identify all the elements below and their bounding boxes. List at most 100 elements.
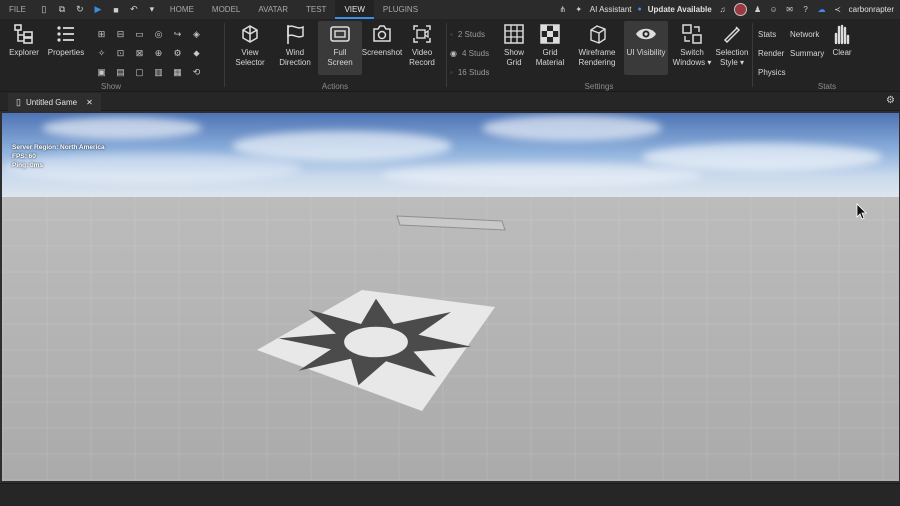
screenshot-button[interactable]: Screenshot bbox=[358, 23, 406, 58]
top-menu-bar: FILE ▯ ⧉ ↻ ▶ ■ ↶ ▾ HOME MODEL AVATAR TES… bbox=[0, 0, 900, 19]
tab-home[interactable]: HOME bbox=[161, 0, 203, 19]
toolbox-icon[interactable]: ⊞ bbox=[92, 25, 111, 44]
view-selector-label-1: View bbox=[241, 48, 259, 57]
script-analysis-icon[interactable]: ◎ bbox=[149, 25, 168, 44]
wind-flag-icon bbox=[287, 25, 304, 44]
close-icon[interactable]: ✕ bbox=[86, 98, 93, 107]
chat-panel-icon[interactable]: ▤ bbox=[111, 63, 130, 82]
tab-avatar[interactable]: AVATAR bbox=[249, 0, 297, 19]
document-tab-title: Untitled Game bbox=[25, 97, 78, 107]
stats-button[interactable]: Stats bbox=[758, 25, 786, 44]
gear-icon[interactable]: ⚙ bbox=[886, 95, 895, 106]
share-icon[interactable]: ⋔ bbox=[558, 5, 568, 14]
asset-manager-icon[interactable]: ⊟ bbox=[111, 25, 130, 44]
open-file-icon[interactable]: ⧉ bbox=[56, 4, 68, 15]
ui-visibility-button[interactable]: UI Visibility bbox=[624, 21, 668, 75]
undo-dropdown-icon[interactable]: ▾ bbox=[146, 4, 158, 15]
grid-material-button[interactable]: Grid Material bbox=[528, 23, 572, 68]
summary-stats-button[interactable]: Summary bbox=[790, 44, 824, 63]
selection-style-icon bbox=[723, 26, 741, 44]
wireframe-rendering-button[interactable]: Wireframe Rendering bbox=[574, 23, 620, 68]
render-stats-button[interactable]: Render bbox=[758, 44, 786, 63]
username-label[interactable]: carbonrapter bbox=[849, 5, 894, 14]
cloud-icon[interactable]: ☁ bbox=[817, 5, 827, 14]
full-screen-icon bbox=[330, 26, 350, 42]
selection-style-label-1: Selection bbox=[715, 48, 749, 57]
history-icon[interactable]: ⟲ bbox=[187, 63, 206, 82]
selection-style-button[interactable]: Selection Style ▾ bbox=[710, 23, 754, 68]
notifications-icon[interactable]: ♫ bbox=[718, 5, 728, 14]
network-stats-button[interactable]: Network bbox=[790, 25, 824, 44]
studs-2-option[interactable]: 2 Studs bbox=[450, 25, 489, 44]
undo-icon[interactable]: ↶ bbox=[128, 4, 140, 15]
cursor-icon bbox=[856, 203, 867, 220]
tab-view[interactable]: VIEW bbox=[335, 0, 374, 19]
chart-icon[interactable]: ▥ bbox=[149, 63, 168, 82]
properties-icon bbox=[57, 26, 74, 42]
update-available-button[interactable]: Update Available bbox=[648, 5, 712, 14]
clear-stats-button[interactable]: Clear bbox=[824, 23, 860, 58]
help-icon[interactable]: ? bbox=[801, 5, 811, 14]
3d-viewport[interactable]: Server Region: North America FPS: 60 Pin… bbox=[2, 113, 899, 481]
device-icon[interactable]: ▦ bbox=[168, 63, 187, 82]
tab-plugins[interactable]: PLUGINS bbox=[374, 0, 427, 19]
server-region-text: Server Region: North America bbox=[12, 144, 105, 151]
physics-stats-button[interactable]: Physics bbox=[758, 63, 786, 82]
wireframe-cube-icon bbox=[590, 25, 606, 44]
file-menu[interactable]: FILE bbox=[0, 0, 35, 19]
screen-icon[interactable]: ▢ bbox=[130, 63, 149, 82]
command-bar[interactable] bbox=[0, 483, 900, 506]
avatar[interactable] bbox=[733, 3, 747, 16]
grid-size-options: 2 Studs 4 Studs 16 Studs bbox=[450, 25, 490, 82]
quick-access-toolbar: ▯ ⧉ ↻ ▶ ■ ↶ ▾ bbox=[35, 4, 161, 15]
tags-icon[interactable]: ⊕ bbox=[149, 44, 168, 63]
full-screen-label-1: Full bbox=[333, 48, 347, 57]
view-selector-icon bbox=[242, 25, 258, 43]
sparkle-icon[interactable]: ✧ bbox=[92, 44, 111, 63]
collaborators-icon[interactable]: ☺ bbox=[769, 5, 779, 14]
share-link-icon[interactable]: ≺ bbox=[833, 5, 843, 14]
properties-button[interactable]: Properties bbox=[44, 23, 88, 58]
image-icon[interactable]: ▣ bbox=[92, 63, 111, 82]
switch-windows-button[interactable]: Switch Windows ▾ bbox=[670, 23, 714, 68]
wireframe-label-1: Wireframe bbox=[578, 48, 616, 57]
studs-16-option[interactable]: 16 Studs bbox=[450, 63, 490, 82]
team-create-icon[interactable]: ⊡ bbox=[111, 44, 130, 63]
explorer-button[interactable]: Explorer bbox=[2, 23, 46, 58]
view-selector-label-2: Selector bbox=[235, 58, 265, 67]
bookmark-icon[interactable]: ⬥ bbox=[187, 44, 206, 63]
divider bbox=[224, 23, 225, 87]
tab-untitled-game[interactable]: ▯ Untitled Game ✕ bbox=[8, 93, 101, 111]
video-record-button[interactable]: Video Record bbox=[400, 23, 444, 68]
view-selector-button[interactable]: View Selector bbox=[228, 23, 272, 68]
full-screen-button[interactable]: Full Screen bbox=[318, 21, 362, 75]
new-file-icon[interactable]: ▯ bbox=[38, 4, 50, 15]
grid-icon bbox=[504, 24, 524, 44]
output-icon[interactable]: ▭ bbox=[130, 25, 149, 44]
command-bar-icon[interactable]: ↪ bbox=[168, 25, 187, 44]
tab-model[interactable]: MODEL bbox=[203, 0, 249, 19]
play-icon[interactable]: ▶ bbox=[92, 4, 104, 15]
wireframe-label-2: Rendering bbox=[578, 58, 616, 67]
camera-icon bbox=[373, 25, 391, 42]
publish-icon[interactable]: ↻ bbox=[74, 4, 86, 15]
video-record-label-1: Video bbox=[411, 48, 433, 57]
game-settings-icon[interactable]: ⚙ bbox=[168, 44, 187, 63]
ai-assistant-button[interactable]: AI Assistant bbox=[590, 5, 632, 14]
ai-sparkle-icon: ✦ bbox=[575, 5, 583, 14]
stop-icon[interactable]: ■ bbox=[110, 5, 122, 15]
show-group: Explorer Properties ⊞ ⊟ ▭ ◎ ↪ ◈ ✧ ⊡ ⊠ ⊕ … bbox=[0, 19, 222, 92]
stats-group: Stats Render Physics Network Summary Cle… bbox=[754, 19, 900, 92]
studs-4-option[interactable]: 4 Studs bbox=[450, 44, 489, 63]
wind-direction-button[interactable]: Wind Direction bbox=[273, 23, 317, 68]
tab-test[interactable]: TEST bbox=[297, 0, 335, 19]
find-results-icon[interactable]: ⊠ bbox=[130, 44, 149, 63]
people-icon[interactable]: ♟ bbox=[753, 5, 763, 14]
terrain-editor-icon[interactable]: ◈ bbox=[187, 25, 206, 44]
divider bbox=[446, 23, 447, 87]
update-dot-icon: ● bbox=[637, 6, 642, 13]
explorer-label: Explorer bbox=[9, 48, 39, 57]
performance-overlay: Server Region: North America FPS: 60 Pin… bbox=[12, 143, 105, 170]
floating-part bbox=[396, 215, 506, 231]
chat-icon[interactable]: ✉ bbox=[785, 5, 795, 14]
